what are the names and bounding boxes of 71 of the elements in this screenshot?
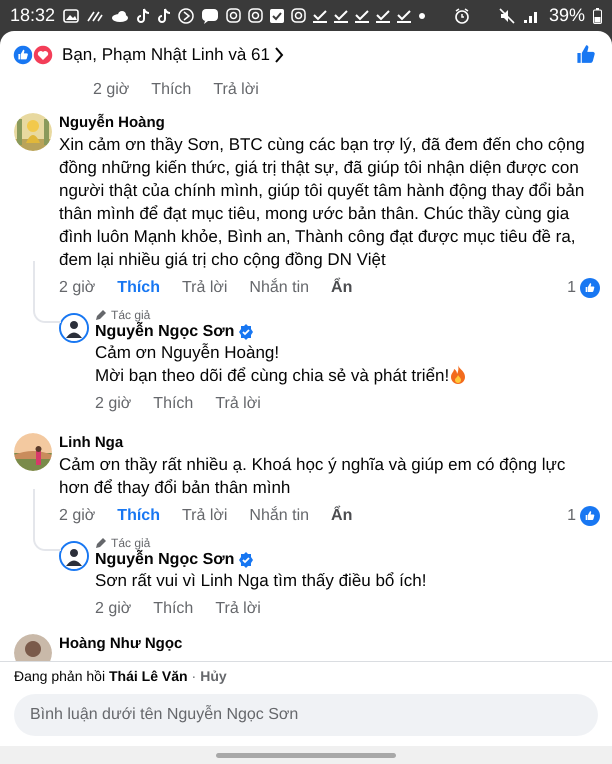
battery-icon bbox=[593, 8, 602, 24]
avatar bbox=[59, 313, 89, 343]
status-time: 18:32 bbox=[10, 5, 56, 26]
reply-text: Cảm ơn Nguyễn Hoàng! Mời bạn theo dõi để cùng chia sẻ và phát triển! bbox=[95, 341, 612, 387]
stripes-icon bbox=[86, 8, 104, 22]
comment-time: 2 giờ bbox=[59, 279, 96, 297]
action-link[interactable]: Trả lời bbox=[215, 395, 261, 413]
home-handle[interactable] bbox=[216, 752, 396, 758]
reactions-summary[interactable]: Bạn, Phạm Nhật Linh và 61 bbox=[62, 45, 270, 65]
chat-bubble-icon bbox=[201, 8, 220, 24]
author-name[interactable]: Nguyễn Hoàng bbox=[59, 113, 600, 133]
separator-dot: · bbox=[192, 668, 196, 684]
comment-time: 2 giờ bbox=[95, 395, 132, 413]
cloud-icon bbox=[111, 8, 130, 22]
action-link[interactable]: Trả lời bbox=[215, 600, 261, 618]
alarm-icon bbox=[454, 8, 470, 24]
checkbox-icon bbox=[270, 8, 284, 22]
comment-time: 2 giờ bbox=[95, 600, 132, 618]
chevron-right-icon bbox=[274, 46, 284, 64]
action-link[interactable]: Trả lời bbox=[182, 279, 228, 297]
action-link[interactable]: Thích bbox=[153, 395, 194, 413]
check-icon bbox=[313, 8, 328, 22]
author-name[interactable]: Linh Nga bbox=[59, 433, 600, 453]
pencil-icon bbox=[95, 309, 107, 321]
cancel-link[interactable]: Hủy bbox=[200, 668, 227, 684]
author-name[interactable]: Nguyễn Ngọc Sơn bbox=[95, 323, 234, 341]
action-link[interactable]: Ẩn bbox=[331, 507, 352, 525]
replying-label: Đang phản hồi Thái Lê Văn bbox=[14, 668, 188, 684]
heart-reaction-icon bbox=[32, 44, 54, 66]
action-link[interactable]: Thích bbox=[151, 81, 192, 99]
reaction-count: 1 bbox=[567, 279, 576, 297]
action-link[interactable]: Nhắn tin bbox=[249, 279, 310, 297]
check-icon bbox=[397, 8, 412, 22]
camera-icon bbox=[226, 8, 242, 23]
camera-icon bbox=[248, 8, 264, 23]
action-link[interactable]: Ẩn bbox=[331, 279, 352, 297]
comment-time: 2 giờ bbox=[93, 81, 130, 99]
like-reaction-icon bbox=[12, 44, 34, 66]
image-icon bbox=[63, 8, 80, 22]
author-label: Tác giả bbox=[111, 536, 150, 550]
comment-text: Cảm ơn thầy rất nhiều ạ. Khoá học ý nghĩa và giúp em có động lực hơn để thay đổi bản thân mình bbox=[59, 454, 566, 499]
action-link[interactable]: Thích bbox=[117, 507, 160, 525]
check-icon bbox=[334, 8, 348, 22]
comment-input[interactable]: Bình luận dưới tên Nguyễn Ngọc Sơn bbox=[14, 694, 598, 736]
mute-icon bbox=[498, 8, 515, 24]
action-link[interactable]: Trả lời bbox=[213, 81, 259, 99]
check-icon bbox=[355, 8, 370, 22]
dot-icon bbox=[419, 12, 426, 18]
action-link[interactable]: Nhắn tin bbox=[249, 507, 310, 525]
action-link[interactable]: Thích bbox=[153, 600, 194, 618]
music-note-icon bbox=[157, 8, 172, 24]
action-link[interactable]: Thích bbox=[117, 279, 160, 297]
reply-text: Sơn rất vui vì Linh Nga tìm thấy điều bổ ích! bbox=[95, 570, 428, 592]
connector-line bbox=[33, 489, 61, 551]
comment-text: Xin cảm ơn thầy Sơn, BTC cùng các bạn trợ lý, đã đem đến cho cộng đồng những kiến thức, giá trị thật sự, đã giúp tôi nhận diện được con người thật của chính mình, giúp tôi quyết tâm hành động thay đổi bản thân mình để đạt mục tiêu, mong ước bản thân. Chúc thầy cùng gia đình luôn Mạnh khỏe, Bình an, Thành công đạt được mục tiêu đề ra, đem lại nhiều giá trị cho cộng đồng DN Việt bbox=[59, 134, 586, 271]
pencil-icon bbox=[95, 537, 107, 549]
check-icon bbox=[376, 8, 390, 22]
comment-time: 2 giờ bbox=[59, 507, 96, 525]
connector-line bbox=[33, 261, 61, 323]
author-name[interactable]: Hoàng Như Ngọc bbox=[59, 634, 600, 654]
avatar bbox=[59, 541, 89, 571]
reaction-count: 1 bbox=[567, 507, 576, 525]
author-name[interactable]: Nguyễn Ngọc Sơn bbox=[95, 551, 234, 569]
like-reaction-icon bbox=[580, 506, 600, 526]
battery-percent: 39% bbox=[548, 5, 586, 26]
author-label: Tác giả bbox=[111, 308, 150, 322]
play-circle-icon bbox=[178, 8, 194, 24]
music-note-icon bbox=[136, 8, 150, 24]
camera-icon bbox=[291, 8, 306, 23]
like-reaction-icon bbox=[580, 278, 600, 298]
action-link[interactable]: Trả lời bbox=[182, 507, 228, 525]
